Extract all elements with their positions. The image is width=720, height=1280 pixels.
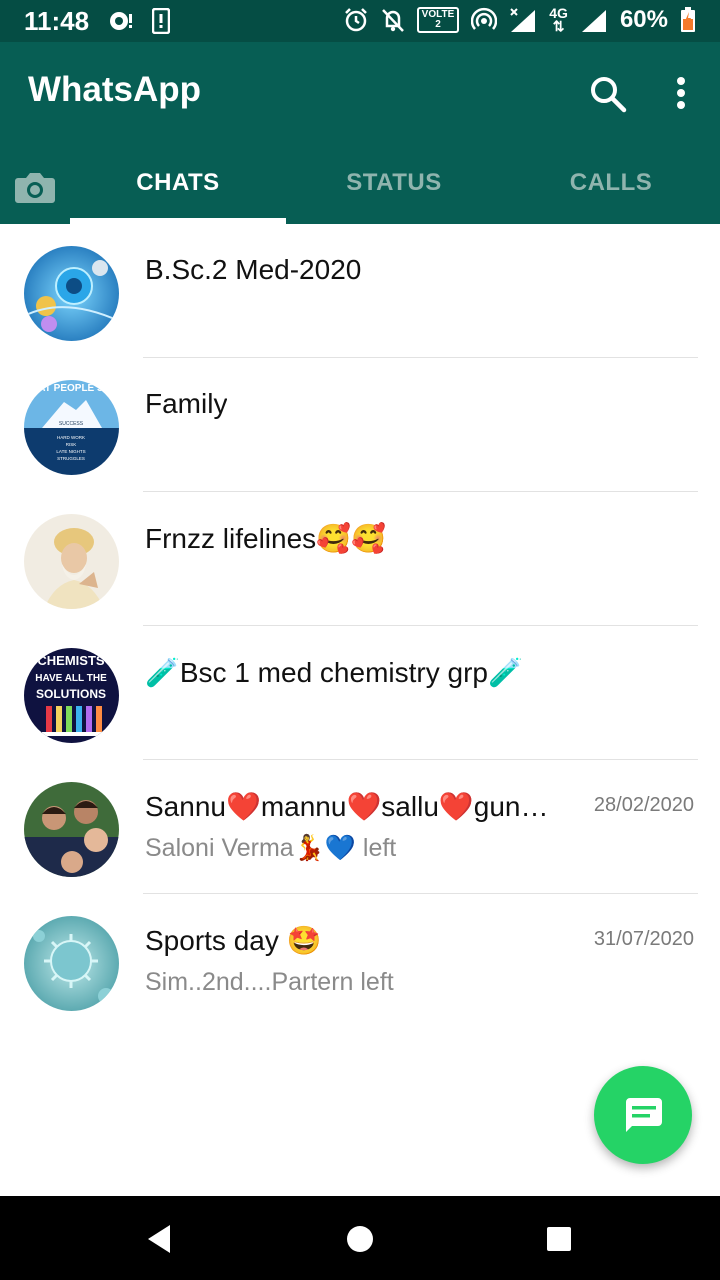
chat-preview: Saloni Verma💃💙 left bbox=[145, 834, 397, 862]
alarm-icon bbox=[344, 8, 367, 32]
avatar-caption-line: CHEMISTS bbox=[37, 653, 105, 668]
portrait-image bbox=[24, 514, 119, 609]
avatar[interactable]: CHEMISTS HAVE ALL THE SOLUTIONS bbox=[24, 648, 119, 743]
cells-image bbox=[24, 246, 119, 341]
avatar-caption-top: AT PEOPLE S bbox=[38, 383, 104, 394]
status-bar: 11:48 VOLTE 2 4G ⇅ 60% bbox=[0, 0, 720, 42]
tab-chats[interactable]: CHATS bbox=[70, 152, 286, 224]
status-time: 11:48 bbox=[24, 6, 90, 36]
avatar-caption-line: HAVE ALL THE bbox=[35, 673, 107, 684]
avatar-caption-line: STRUGGLES bbox=[57, 456, 85, 461]
chat-name: Sannu❤️mannu❤️sallu❤️gun… bbox=[145, 791, 549, 822]
avatar-caption-line: SOLUTIONS bbox=[36, 687, 106, 701]
chat-row[interactable]: Sports day 🤩 31/07/2020 Sim..2nd....Part… bbox=[0, 894, 720, 1028]
chat-notification-icon bbox=[110, 12, 132, 30]
chat-name: Frnzz lifelines🥰🥰 bbox=[145, 523, 386, 554]
chat-row[interactable]: B.Sc.2 Med-2020 bbox=[0, 224, 720, 358]
virus-image bbox=[24, 916, 119, 1011]
app-bar: WhatsApp CHATS STATUS CALLS bbox=[0, 42, 720, 224]
hotspot-icon bbox=[471, 7, 498, 30]
chat-preview: Sim..2nd....Partern left bbox=[145, 968, 394, 996]
volte-sim-label: 2 bbox=[435, 19, 441, 30]
status-system-icons: VOLTE 2 4G ⇅ 60% bbox=[343, 6, 696, 34]
tab-bar: CHATS STATUS CALLS bbox=[0, 152, 720, 224]
navigation-bar bbox=[0, 1196, 720, 1280]
avatar[interactable] bbox=[24, 514, 119, 609]
signal-strength-icon bbox=[581, 10, 606, 32]
tab-status[interactable]: STATUS bbox=[286, 152, 502, 224]
battery-charging-icon bbox=[681, 7, 695, 32]
avatar-caption-success: SUCCESS bbox=[59, 421, 84, 427]
recents-icon[interactable] bbox=[546, 1226, 572, 1252]
notifications-off-icon bbox=[381, 9, 404, 32]
device-alert-icon bbox=[152, 8, 170, 34]
chat-name: B.Sc.2 Med-2020 bbox=[145, 254, 362, 285]
chat-name: Family bbox=[145, 388, 228, 419]
avatar[interactable]: AT PEOPLE S SUCCESS HARD WORK RISK LATE … bbox=[24, 380, 119, 475]
avatar-caption-line: RISK bbox=[66, 442, 77, 447]
chat-row[interactable]: Sannu❤️mannu❤️sallu❤️gun… 28/02/2020 Sal… bbox=[0, 760, 720, 894]
message-icon bbox=[626, 1098, 662, 1132]
chat-name: 🧪Bsc 1 med chemistry grp🧪 bbox=[145, 657, 523, 688]
avatar-caption-line: LATE NIGHTS bbox=[56, 449, 85, 454]
status-notification-icons bbox=[108, 8, 170, 34]
search-icon[interactable] bbox=[586, 72, 630, 116]
group-selfie-image bbox=[24, 782, 119, 877]
back-icon[interactable] bbox=[146, 1224, 172, 1254]
avatar[interactable] bbox=[24, 916, 119, 1011]
network-4g-indicator: 4G ⇅ bbox=[549, 6, 568, 34]
chat-name: Sports day 🤩 bbox=[145, 925, 322, 956]
signal-no-service-icon bbox=[510, 8, 536, 32]
chat-date: 28/02/2020 bbox=[593, 794, 694, 816]
tab-calls[interactable]: CALLS bbox=[502, 152, 720, 224]
data-arrows-icon: ⇅ bbox=[552, 18, 565, 34]
volte-indicator: VOLTE 2 bbox=[416, 7, 460, 33]
camera-icon[interactable] bbox=[12, 164, 58, 210]
avatar-caption-line: HARD WORK bbox=[57, 435, 85, 440]
app-title: WhatsApp bbox=[28, 70, 202, 109]
avatar[interactable] bbox=[24, 246, 119, 341]
chat-list: B.Sc.2 Med-2020 AT PEOPLE S SUCCESS HARD… bbox=[0, 224, 720, 1028]
home-icon[interactable] bbox=[346, 1225, 374, 1253]
battery-percent: 60% bbox=[619, 6, 668, 33]
chemistry-poster-image: CHEMISTS HAVE ALL THE SOLUTIONS bbox=[24, 648, 119, 743]
iceberg-image: AT PEOPLE S SUCCESS HARD WORK RISK LATE … bbox=[24, 380, 119, 475]
more-options-icon[interactable] bbox=[664, 72, 698, 116]
new-chat-button[interactable] bbox=[594, 1066, 692, 1164]
chat-row[interactable]: Frnzz lifelines🥰🥰 bbox=[0, 492, 720, 626]
chat-date: 31/07/2020 bbox=[593, 928, 694, 950]
chat-row[interactable]: CHEMISTS HAVE ALL THE SOLUTIONS 🧪Bsc 1 m… bbox=[0, 626, 720, 760]
chat-row[interactable]: AT PEOPLE S SUCCESS HARD WORK RISK LATE … bbox=[0, 358, 720, 492]
avatar[interactable] bbox=[24, 782, 119, 877]
